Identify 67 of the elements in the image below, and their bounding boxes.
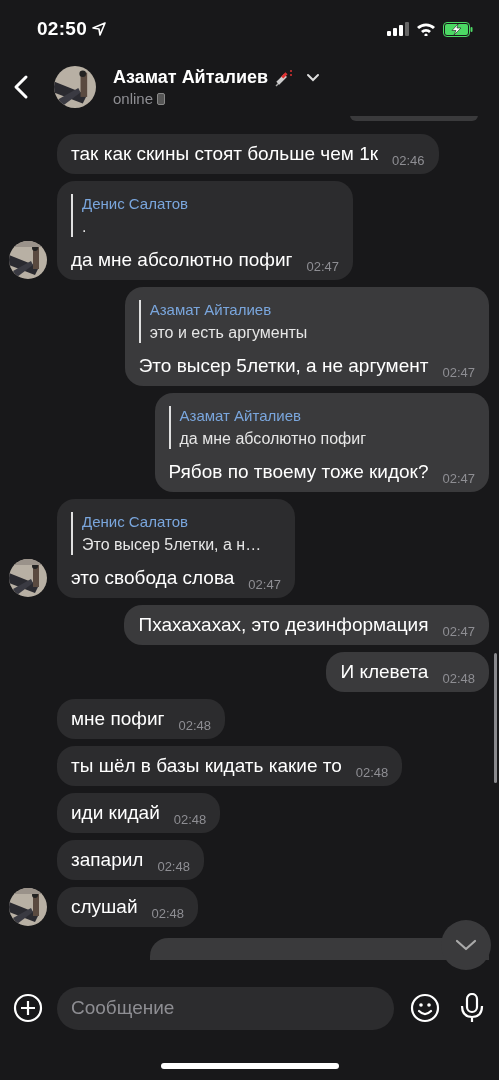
scroll-down-button[interactable] (441, 920, 491, 970)
message-bubble[interactable]: Денис Салатов Это высер 5летки, а н… это свобода слова 02:47 (57, 499, 295, 598)
phone-icon (157, 92, 166, 105)
message-time: 02:47 (248, 577, 281, 592)
message-bubble[interactable]: Денис Салатов . да мне абсолютно пофиг 02:47 (57, 181, 353, 280)
reply-quote[interactable]: Денис Салатов . (71, 194, 339, 237)
message-time: 02:48 (442, 671, 475, 686)
message-bubble[interactable]: слушай 02:48 (57, 887, 199, 927)
message-bubble[interactable]: ты шёл в базы кидать какие то 02:48 (57, 746, 403, 786)
message-time: 02:48 (178, 718, 211, 733)
message-time: 02:48 (355, 765, 389, 780)
battery-charging-icon (443, 21, 473, 37)
reply-text: Это высер 5летки, а н… (82, 536, 263, 554)
message-text: Рябов по твоему тоже кидок? (168, 461, 429, 483)
reply-text: да мне абсолютно пофиг (179, 430, 367, 448)
reply-author: Азамат Айталиев (179, 407, 302, 424)
message-bubble[interactable]: иди кидай 02:48 (57, 793, 221, 833)
message-bubble[interactable]: так как скины стоят больше чем 1к 02:46 (57, 134, 439, 174)
chevron-down-icon[interactable] (306, 73, 321, 82)
message-text: да мне абсолютно пофиг (71, 249, 293, 271)
message-text: запарил (71, 849, 144, 871)
reply-text: . (82, 218, 88, 236)
microphone-button[interactable] (460, 993, 484, 1023)
message-bubble[interactable]: Пхахахахах, это дезинформация 02:47 (124, 605, 489, 645)
syringe-icon (274, 67, 295, 88)
avatar[interactable] (54, 66, 96, 108)
chevron-down-icon (455, 939, 477, 951)
message-time: 02:47 (442, 365, 475, 380)
scrollbar[interactable] (494, 653, 497, 783)
reply-author: Азамат Айталиев (149, 301, 273, 318)
reply-quote[interactable]: Денис Салатов Это высер 5летки, а н… (71, 512, 281, 555)
message-text: Это высер 5летки, а не аргумент (138, 355, 429, 377)
signal-icon (387, 22, 409, 36)
message-text: И клевета (340, 661, 429, 683)
message-time: 02:48 (157, 859, 190, 874)
message-bubble[interactable]: И клевета 02:48 (326, 652, 489, 692)
message-input-field[interactable]: Сообщение (57, 986, 394, 1030)
message-bubble[interactable]: Азамат Айталиев да мне абсолютно пофиг Рябов по твоему тоже кидок? 02:47 (154, 393, 489, 492)
message-text: иди кидай (71, 802, 160, 824)
reply-author: Денис Салатов (82, 195, 189, 212)
message-time: 02:47 (306, 259, 339, 274)
online-status: online (113, 90, 154, 107)
message-text: так как скины стоят больше чем 1к (71, 143, 378, 165)
message-time: 02:47 (442, 471, 475, 486)
message-time: 02:48 (173, 812, 207, 827)
message-time: 02:46 (392, 153, 425, 168)
location-arrow-icon (92, 22, 107, 36)
clock-time: 02:50 (37, 18, 88, 40)
contact-name[interactable]: Азамат Айталиев (113, 67, 269, 88)
message-text: мне пофиг (71, 708, 165, 730)
message-time: 02:47 (442, 624, 475, 639)
wifi-icon (416, 22, 436, 36)
reply-quote[interactable]: Азамат Айталиев да мне абсолютно пофиг (168, 406, 475, 449)
attach-button[interactable] (13, 993, 43, 1023)
message-text: Пхахахахах, это дезинформация (138, 614, 429, 636)
message-bubble[interactable]: мне пофиг 02:48 (57, 699, 225, 739)
back-button[interactable] (12, 74, 30, 100)
message-bubble[interactable]: Азамат Айталиев это и есть аргументы Это высер 5летки, а не аргумент 02:47 (124, 287, 489, 386)
reply-quote[interactable]: Азамат Айталиев это и есть аргументы (138, 300, 475, 343)
message-time: 02:48 (151, 906, 185, 921)
message-text: ты шёл в базы кидать какие то (71, 755, 342, 777)
message-bubble[interactable]: запарил 02:48 (57, 840, 204, 880)
message-text: это свобода слова (71, 567, 235, 589)
message-text: слушай (71, 896, 138, 918)
reply-author: Денис Салатов (82, 513, 189, 530)
reply-text: это и есть аргументы (149, 324, 309, 342)
emoji-button[interactable] (410, 993, 440, 1023)
